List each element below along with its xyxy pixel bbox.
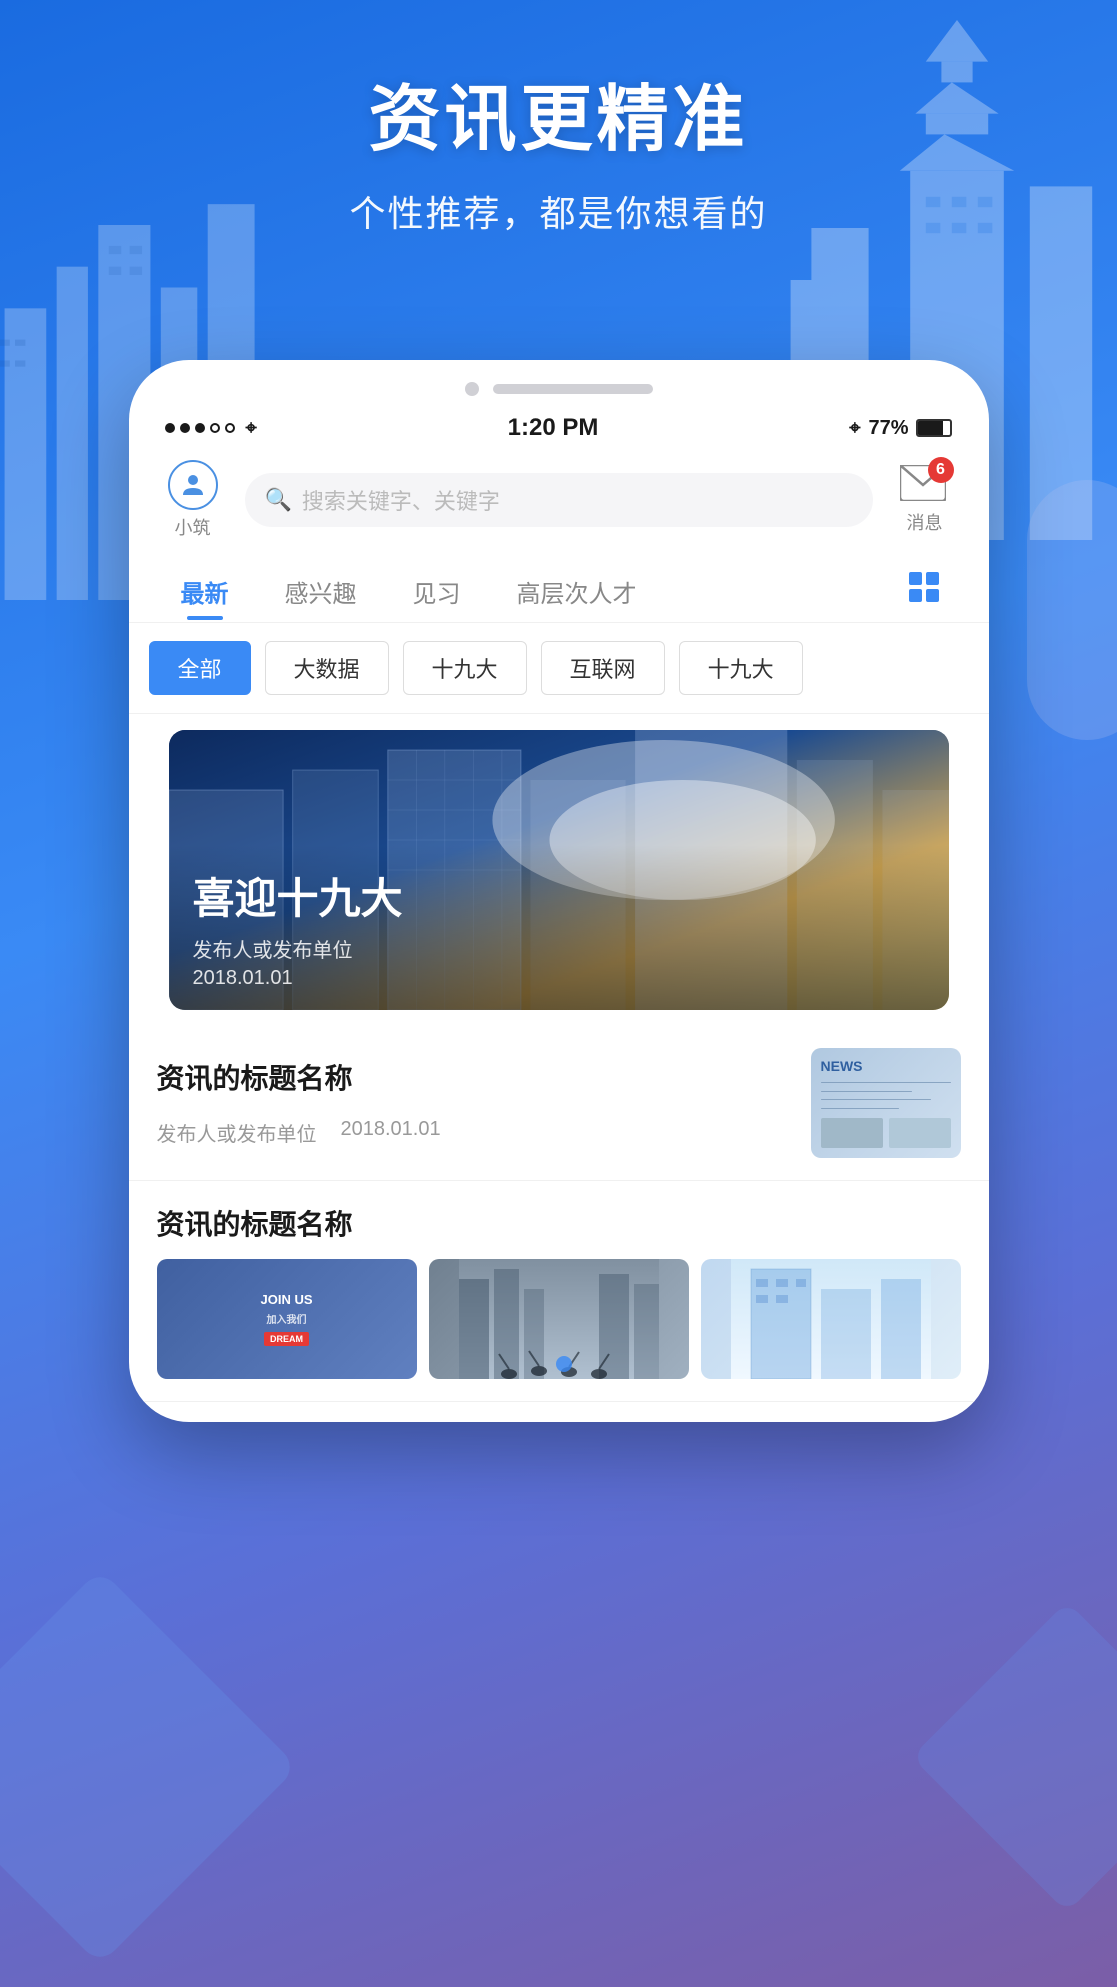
news-item-1[interactable]: 资讯的标题名称 发布人或发布单位 2018.01.01 NEWS (129, 1026, 989, 1181)
phone-pill (493, 384, 653, 394)
banner-wrapper: 喜迎十九大 发布人或发布单位 2018.01.01 (129, 714, 989, 1026)
tab-senior-label: 高层次人才 (517, 581, 637, 608)
user-label: 小筑 (175, 514, 211, 540)
grid-view-button[interactable] (883, 560, 965, 622)
main-banner[interactable]: 喜迎十九大 发布人或发布单位 2018.01.01 (169, 730, 949, 1010)
diamond-decor-right (911, 1601, 1117, 1912)
news-meta-1: 发布人或发布单位 2018.01.01 (157, 1118, 791, 1147)
bluetooth-icon: ⌖ (849, 417, 860, 440)
diamond-decor-left (0, 1569, 298, 1965)
news-thumb-image-1: NEWS (811, 1048, 961, 1158)
battery-percent: 77% (868, 417, 908, 440)
news-thumb-1: NEWS (811, 1048, 961, 1158)
news-text-1: 资讯的标题名称 发布人或发布单位 2018.01.01 (157, 1059, 791, 1147)
blue-building-image (701, 1259, 961, 1379)
tab-interest[interactable]: 感兴趣 (257, 564, 385, 619)
user-avatar-circle (168, 460, 218, 510)
news-images-row-2: JOIN US 加入我们 DREAM (157, 1259, 961, 1379)
message-button[interactable]: 6 消息 (885, 465, 965, 535)
banner-title: 喜迎十九大 (193, 865, 925, 926)
cat-all-button[interactable]: 全部 (149, 641, 251, 695)
header-subtitle: 个性推荐，都是你想看的 (0, 185, 1117, 237)
news-date-1: 2018.01.01 (341, 1118, 441, 1147)
cat-party19a-label: 十九大 (432, 657, 498, 682)
user-profile-button[interactable]: 小筑 (153, 460, 233, 540)
grid-icon (907, 570, 941, 604)
news-image-crowd (429, 1259, 689, 1379)
tab-latest-label: 最新 (181, 581, 229, 608)
cat-bigdata-label: 大数据 (294, 657, 360, 682)
search-bar[interactable]: 🔍 搜索关键字、关键字 (245, 473, 873, 527)
cat-bigdata-button[interactable]: 大数据 (265, 641, 389, 695)
app-nav-bar: 小筑 🔍 搜索关键字、关键字 6 消息 (129, 450, 989, 554)
signal-dot-4 (210, 423, 220, 433)
crowd-svg (429, 1259, 689, 1379)
cat-internet-button[interactable]: 互联网 (541, 641, 665, 695)
cat-internet-label: 互联网 (570, 657, 636, 682)
battery-bar (916, 419, 952, 437)
battery-area: ⌖ 77% (849, 417, 952, 440)
category-bar: 全部 大数据 十九大 互联网 十九大 (129, 623, 989, 714)
tab-internship[interactable]: 见习 (385, 564, 489, 619)
signal-dot-2 (180, 423, 190, 433)
oval-decor-right (1027, 480, 1117, 740)
join-us-image: JOIN US 加入我们 DREAM (157, 1259, 417, 1379)
phone-top-bar (129, 360, 989, 406)
message-badge: 6 (928, 457, 954, 483)
battery-fill (918, 421, 943, 435)
banner-date: 2018.01.01 (193, 967, 925, 990)
news-publisher-1: 发布人或发布单位 (157, 1118, 317, 1147)
news-title-2: 资讯的标题名称 (157, 1203, 961, 1243)
header-section: 资讯更精准 个性推荐，都是你想看的 (0, 60, 1117, 237)
cat-party19a-button[interactable]: 十九大 (403, 641, 527, 695)
bottom-padding (129, 1402, 989, 1422)
header-title: 资讯更精准 (0, 60, 1117, 165)
tab-bar: 最新 感兴趣 见习 高层次人才 (129, 554, 989, 623)
news-image-building-blue (701, 1259, 961, 1379)
news-item-2[interactable]: 资讯的标题名称 JOIN US 加入我们 DREAM (129, 1181, 989, 1402)
blue-building-svg (701, 1259, 961, 1379)
tab-interest-label: 感兴趣 (285, 581, 357, 608)
user-person-icon (179, 471, 207, 499)
envelope-wrapper: 6 (900, 465, 950, 505)
tab-internship-label: 见习 (413, 581, 461, 608)
signal-dot-3 (195, 423, 205, 433)
tab-senior[interactable]: 高层次人才 (489, 564, 665, 619)
signal-dot-1 (165, 423, 175, 433)
signal-dot-5 (225, 423, 235, 433)
status-bar: ⌖ 1:20 PM ⌖ 77% (129, 406, 989, 450)
search-placeholder-text: 搜索关键字、关键字 (302, 484, 500, 516)
banner-publisher: 发布人或发布单位 (193, 934, 925, 963)
news-title-1: 资讯的标题名称 (157, 1059, 791, 1098)
news-image-join: JOIN US 加入我们 DREAM (157, 1259, 417, 1379)
message-label: 消息 (907, 509, 943, 535)
phone-mockup: ⌖ 1:20 PM ⌖ 77% 小筑 🔍 搜索关键字、关键字 (129, 360, 989, 1422)
cat-party19b-label: 十九大 (708, 657, 774, 682)
crowd-image (429, 1259, 689, 1379)
tab-latest[interactable]: 最新 (153, 564, 257, 619)
wifi-icon: ⌖ (246, 417, 257, 440)
cat-party19b-button[interactable]: 十九大 (679, 641, 803, 695)
status-time: 1:20 PM (508, 414, 599, 442)
signal-area: ⌖ (165, 417, 257, 440)
banner-overlay: 喜迎十九大 发布人或发布单位 2018.01.01 (169, 845, 949, 1010)
search-icon: 🔍 (265, 487, 292, 513)
cat-all-label: 全部 (178, 657, 222, 682)
phone-dot-1 (465, 382, 479, 396)
